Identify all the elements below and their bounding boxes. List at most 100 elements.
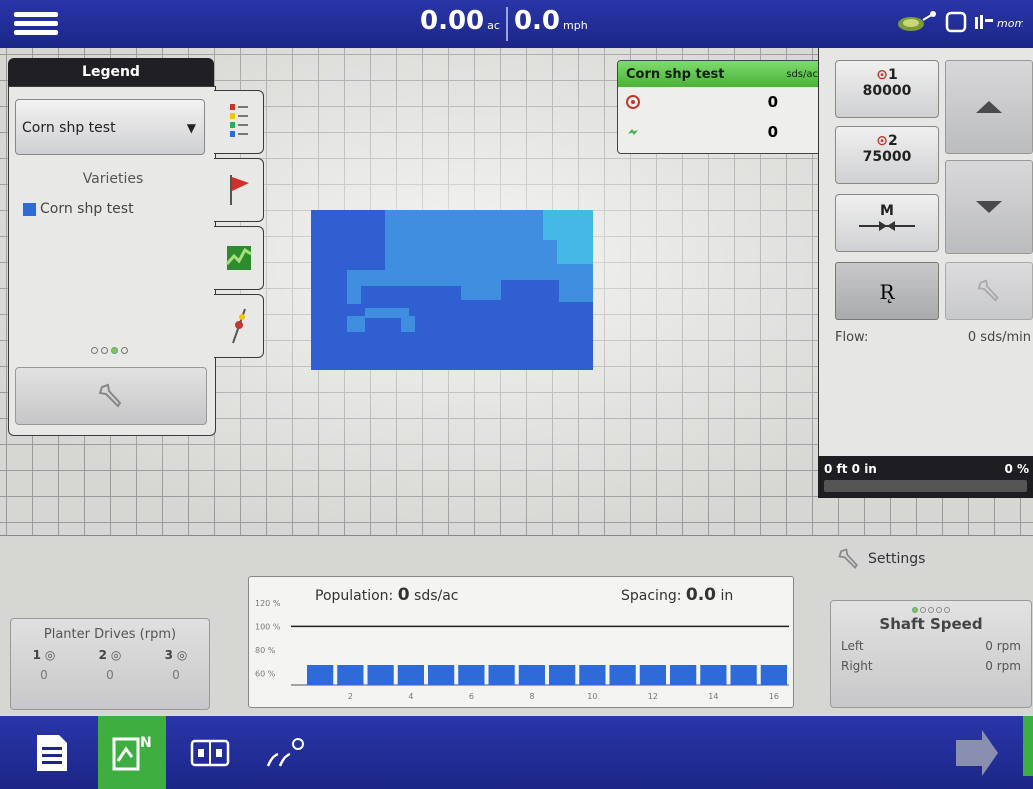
dropdown-arrow-icon: ▼ — [186, 121, 196, 135]
settings-link[interactable]: Settings — [836, 546, 925, 572]
legend-settings-button[interactable] — [15, 367, 207, 425]
split-view-button[interactable] — [178, 716, 242, 789]
tool-icon — [231, 308, 246, 344]
product-rate-box[interactable]: Corn shp test sds/ac 0 0 — [617, 60, 827, 154]
planting-button[interactable] — [252, 716, 316, 789]
population-bar — [518, 665, 545, 685]
product-unit: sds/ac — [786, 68, 818, 80]
population-bar — [670, 665, 697, 685]
rate-settings-button[interactable] — [945, 262, 1033, 320]
variety-item: Corn shp test — [23, 201, 134, 217]
page-indicator — [831, 607, 1031, 613]
flow-value: 0 sds/min — [967, 330, 1031, 345]
field-map-tab[interactable] — [214, 226, 264, 290]
wrench-icon — [977, 279, 999, 302]
x-tick-label: 2 — [348, 692, 353, 701]
x-tick-label: 10 — [587, 692, 597, 701]
page-dot — [928, 607, 934, 613]
applied-rate-icon — [628, 129, 638, 135]
field-map-icon — [225, 246, 252, 270]
population-bar — [730, 665, 757, 685]
rate1-button[interactable]: ⊙1 80000 — [835, 60, 939, 118]
drive-numbers: 1 ◎ 2 ◎ 3 ◎ — [11, 648, 209, 662]
product-dropdown[interactable]: Corn shp test ▼ — [15, 99, 205, 155]
coverage-map — [311, 210, 593, 370]
population-bar — [488, 665, 515, 685]
next-screen-button[interactable] — [944, 716, 1008, 789]
svg-text:N: N — [140, 735, 152, 751]
y-tick-label: 120 % — [255, 599, 281, 608]
population-bar — [367, 665, 394, 685]
rate-down-button[interactable] — [945, 160, 1033, 254]
prescription-button[interactable]: R̨ — [835, 262, 939, 320]
flow-label: Flow: — [835, 330, 869, 345]
target-icon — [626, 95, 640, 109]
applied-rate-value: 0 — [767, 123, 778, 141]
rate-up-button[interactable] — [945, 60, 1033, 154]
report-button[interactable] — [20, 716, 84, 789]
x-tick-label: 12 — [648, 692, 658, 701]
shaft-left-value: 0 rpm — [985, 639, 1021, 653]
population-label: Population: 0 sds/ac — [315, 585, 459, 605]
population-bar — [307, 665, 334, 685]
page-dot-active — [111, 347, 118, 354]
legend-list-tab[interactable] — [214, 90, 264, 154]
page-dot — [936, 607, 942, 613]
x-tick-label: 16 — [769, 692, 779, 701]
x-tick-label: 6 — [469, 692, 474, 701]
arrow-up-icon — [976, 101, 1002, 113]
rate2-label: ⊙2 — [876, 133, 898, 149]
rate1-label: ⊙1 — [876, 67, 898, 83]
gps-antenna-icon[interactable] — [895, 10, 937, 34]
page-dot-active — [912, 607, 918, 613]
status-icons: mom — [895, 10, 1023, 34]
tool-tab[interactable] — [214, 294, 264, 358]
population-chart-box[interactable]: Population: 0 sds/ac Spacing: 0.0 in 120… — [248, 576, 794, 708]
population-bar — [458, 665, 485, 685]
screen-icon[interactable] — [945, 11, 967, 33]
population-bar — [639, 665, 666, 685]
product-header: Corn shp test sds/ac — [618, 61, 826, 87]
split-view-icon — [190, 739, 230, 766]
rate2-value: 75000 — [862, 149, 912, 165]
field-map-nav-button[interactable]: N — [98, 716, 166, 789]
population-bar — [397, 665, 424, 685]
planter-title: Planter Drives (rpm) — [43, 627, 177, 642]
page-dot — [91, 347, 98, 354]
drive-3-value: 0 — [172, 668, 180, 682]
rate2-button[interactable]: ⊙2 75000 — [835, 126, 939, 184]
arrow-down-icon — [976, 201, 1002, 213]
variety-name: Corn shp test — [40, 201, 134, 217]
menu-icon[interactable] — [14, 8, 58, 40]
signal-strength-icon[interactable]: mom — [975, 11, 1023, 33]
population-unit: sds/ac — [414, 588, 459, 604]
dropdown-value: Corn shp test — [22, 120, 116, 136]
y-tick-label: 80 % — [255, 646, 276, 655]
spacing-unit: in — [720, 588, 734, 604]
manual-rate-button[interactable]: M — [835, 194, 939, 252]
x-tick-label: 8 — [529, 692, 534, 701]
area-unit: ac — [487, 19, 500, 32]
spacing-label: Spacing: 0.0 in — [621, 585, 734, 605]
percent-text: 0 % — [1004, 462, 1029, 476]
drive-1-value: 0 — [40, 668, 48, 682]
planter-drives-box[interactable]: Planter Drives (rpm) 1 ◎ 2 ◎ 3 ◎ 0 0 0 — [10, 618, 210, 710]
drive-2-value: 0 — [106, 668, 114, 682]
legend-list-icon — [229, 104, 248, 137]
shaft-speed-box[interactable]: Shaft Speed Left 0 rpm Right 0 rpm — [830, 600, 1032, 708]
speed-unit: mph — [563, 19, 588, 32]
report-icon — [37, 734, 67, 771]
flag-tab[interactable] — [214, 158, 264, 222]
applied-rate-row: 0 — [618, 117, 826, 147]
x-tick-label: 14 — [708, 692, 718, 701]
shaft-right-label: Right — [841, 659, 873, 673]
population-bar — [549, 665, 576, 685]
shaft-right-row: Right 0 rpm — [831, 659, 1031, 673]
wrench-icon — [838, 548, 858, 570]
legend-tab[interactable]: Legend — [8, 58, 214, 86]
population-bar — [579, 665, 606, 685]
target-rate-row: 0 — [618, 87, 826, 117]
svg-text:mom: mom — [997, 17, 1023, 30]
flow-row: Flow: 0 sds/min — [835, 330, 1031, 345]
product-name: Corn shp test — [626, 66, 725, 82]
